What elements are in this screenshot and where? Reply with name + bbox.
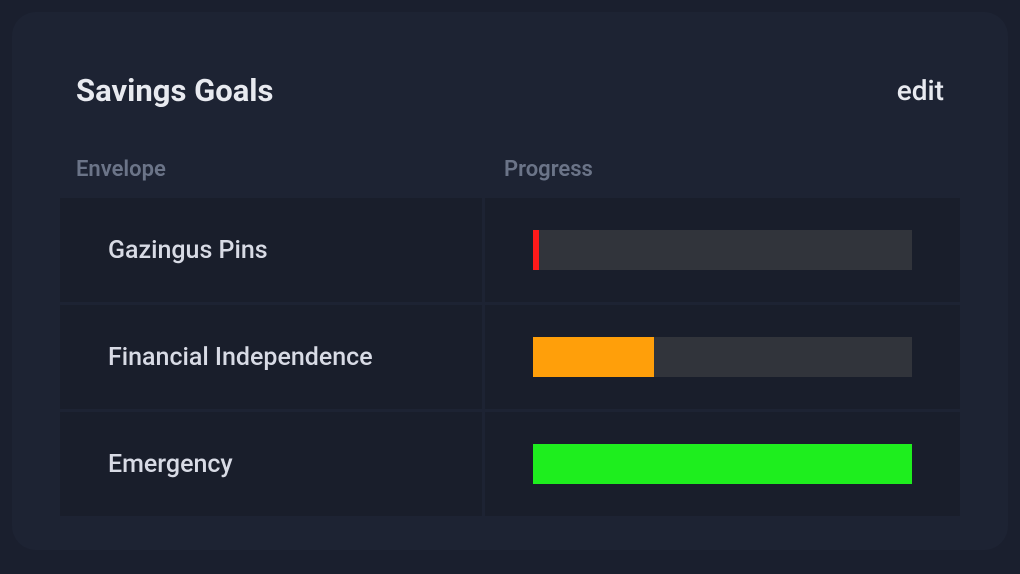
progress-bar bbox=[533, 337, 912, 377]
edit-button[interactable]: edit bbox=[897, 74, 944, 107]
table-row: Emergency bbox=[60, 412, 960, 516]
progress-cell bbox=[485, 412, 960, 516]
savings-goals-card: Savings Goals edit Envelope Progress Gaz… bbox=[12, 12, 1008, 550]
card-title: Savings Goals bbox=[76, 72, 273, 109]
table-row: Gazingus Pins bbox=[60, 198, 960, 302]
envelope-cell: Emergency bbox=[60, 412, 482, 516]
progress-cell bbox=[485, 198, 960, 302]
envelope-cell: Gazingus Pins bbox=[60, 198, 482, 302]
progress-fill bbox=[533, 230, 539, 270]
goals-table: Envelope Progress Gazingus Pins Financia… bbox=[60, 157, 960, 516]
progress-cell bbox=[485, 305, 960, 409]
envelope-name: Gazingus Pins bbox=[108, 236, 268, 265]
table-body: Gazingus Pins Financial Independence bbox=[60, 198, 960, 516]
progress-fill bbox=[533, 444, 912, 484]
card-header: Savings Goals edit bbox=[60, 72, 960, 109]
column-header-envelope: Envelope bbox=[76, 157, 504, 182]
progress-bar bbox=[533, 230, 912, 270]
envelope-name: Financial Independence bbox=[108, 343, 373, 372]
envelope-name: Emergency bbox=[108, 450, 233, 479]
table-row: Financial Independence bbox=[60, 305, 960, 409]
envelope-cell: Financial Independence bbox=[60, 305, 482, 409]
progress-bar bbox=[533, 444, 912, 484]
column-header-progress: Progress bbox=[504, 157, 944, 182]
table-header: Envelope Progress bbox=[60, 157, 960, 182]
progress-fill bbox=[533, 337, 654, 377]
